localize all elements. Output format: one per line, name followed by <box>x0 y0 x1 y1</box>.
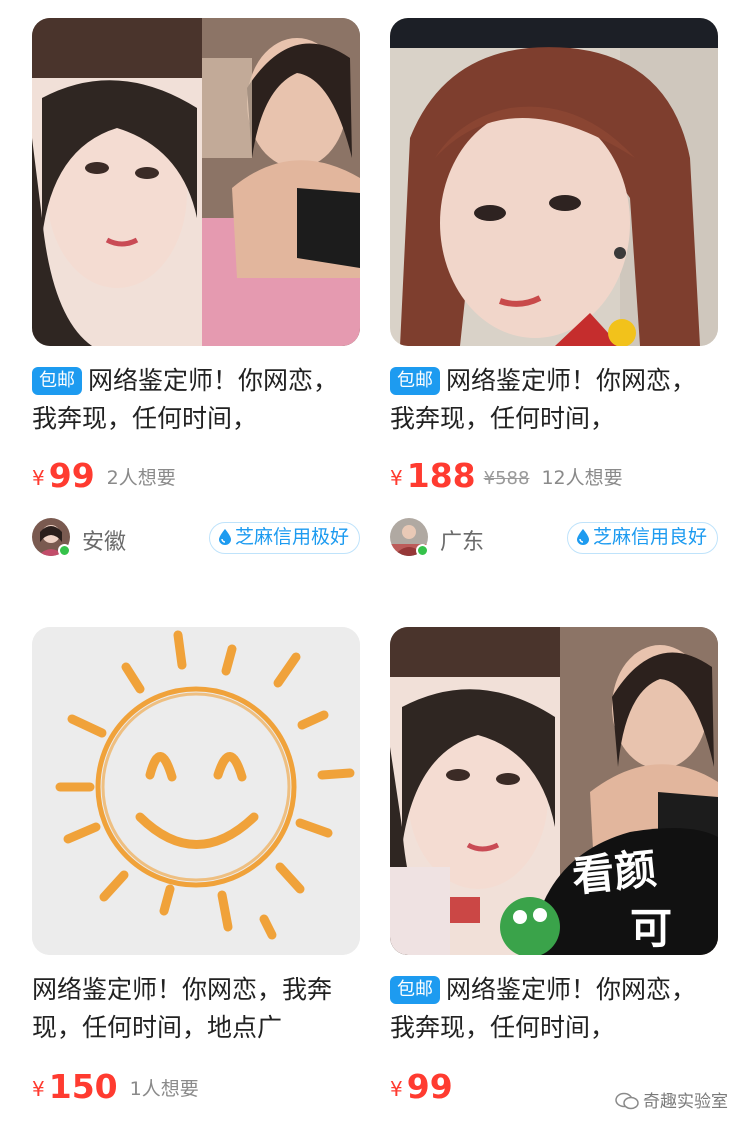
original-price: ¥588 <box>483 468 530 489</box>
product-image[interactable] <box>32 18 360 346</box>
currency-symbol: ¥ <box>32 466 45 490</box>
online-indicator <box>416 544 429 557</box>
price: 99 <box>48 456 95 495</box>
product-image[interactable] <box>390 18 718 346</box>
want-count: 1人想要 <box>129 1078 199 1100</box>
photo-portrait <box>390 18 718 346</box>
watermark: 奇趣实验室 <box>615 1087 728 1112</box>
sun-smiley-illustration <box>32 627 360 955</box>
product-title[interactable]: 包邮 网络鉴定师！你网恋，我奔现，任何时间， <box>32 362 360 438</box>
credit-text: 芝麻信用良好 <box>592 526 707 548</box>
price-row: ¥188 ¥588 12人想要 <box>390 456 718 496</box>
wechat-icon <box>615 1092 639 1110</box>
product-title[interactable]: 包邮 网络鉴定师！你网恋，我奔现，任何时间， <box>390 971 718 1047</box>
drop-icon <box>576 529 589 545</box>
drop-icon <box>218 529 231 545</box>
seller-row[interactable]: 广东 芝麻信用良好 <box>390 518 718 560</box>
price: 99 <box>406 1067 453 1106</box>
online-indicator <box>58 544 71 557</box>
currency-symbol: ¥ <box>390 1077 403 1101</box>
photo-collage <box>32 18 360 346</box>
watermark-text: 奇趣实验室 <box>643 1092 728 1112</box>
currency-symbol: ¥ <box>32 1077 45 1101</box>
sticker-text: 看颜 <box>569 843 659 902</box>
currency-symbol: ¥ <box>390 466 403 490</box>
free-shipping-tag: 包邮 <box>32 367 82 395</box>
price-row: ¥99 2人想要 <box>32 456 360 496</box>
seller-region: 安徽 <box>82 530 127 555</box>
want-count: 2人想要 <box>106 467 176 489</box>
product-title[interactable]: 包邮 网络鉴定师！你网恋，我奔现，任何时间， <box>390 362 718 438</box>
price: 150 <box>48 1067 118 1106</box>
product-image[interactable]: 看颜 可 <box>390 627 718 955</box>
product-image[interactable] <box>32 627 360 955</box>
title-text: 网络鉴定师！你网恋，我奔现，任何时间，地点广 <box>32 975 333 1042</box>
sticker-text-2: 可 <box>630 904 673 953</box>
price: 188 <box>406 456 476 495</box>
credit-badge: 芝麻信用极好 <box>208 522 360 554</box>
credit-text: 芝麻信用极好 <box>234 526 349 548</box>
credit-badge: 芝麻信用良好 <box>566 522 718 554</box>
seller-region: 广东 <box>440 530 485 555</box>
price-row: ¥150 1人想要 <box>32 1067 360 1107</box>
want-count: 12人想要 <box>541 467 623 489</box>
free-shipping-tag: 包邮 <box>390 976 440 1004</box>
seller-row[interactable]: 安徽 芝麻信用极好 <box>32 518 360 560</box>
free-shipping-tag: 包邮 <box>390 367 440 395</box>
product-title[interactable]: 网络鉴定师！你网恋，我奔现，任何时间，地点广 <box>32 971 360 1047</box>
